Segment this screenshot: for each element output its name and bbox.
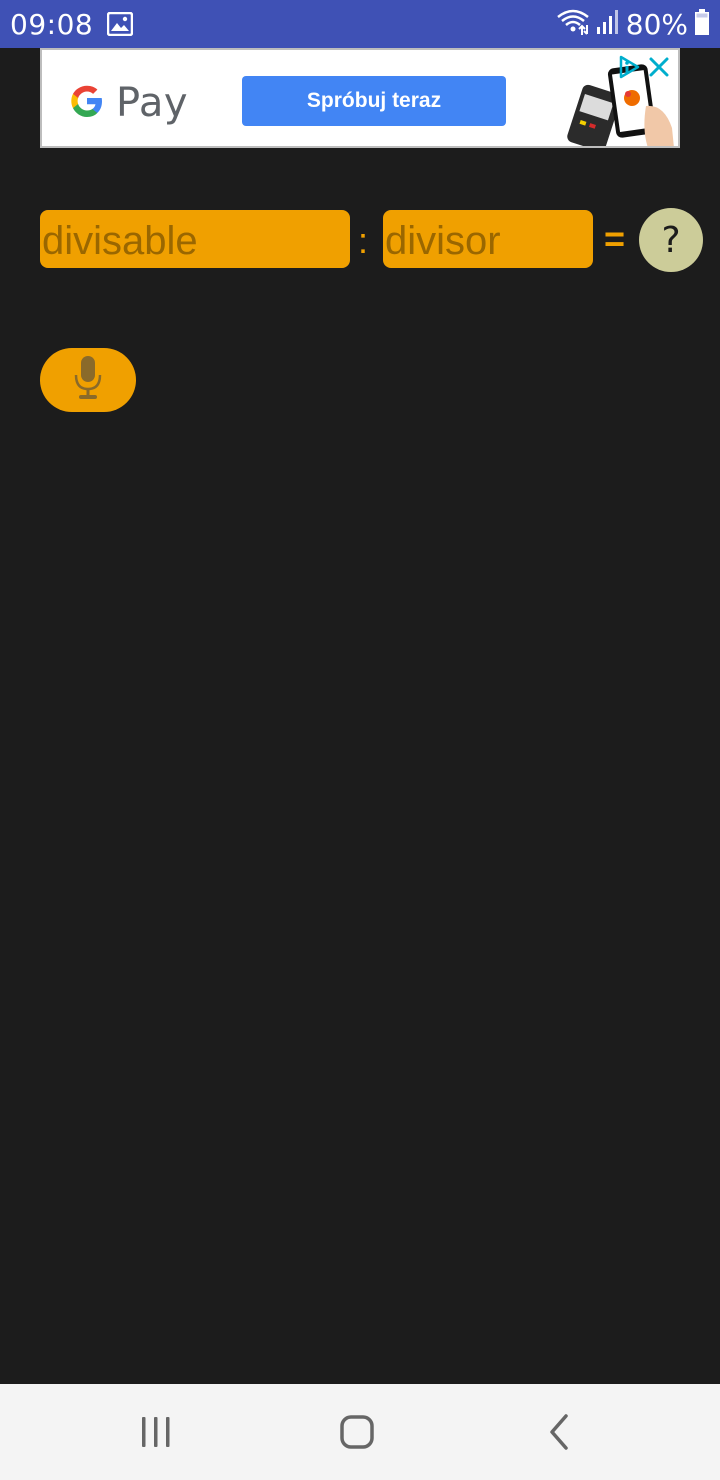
battery-percent: 80% (625, 7, 688, 41)
result-help-button[interactable]: ? (639, 208, 703, 272)
recents-icon[interactable] (136, 1412, 176, 1452)
image-icon (106, 11, 134, 37)
division-equation: : = ? (40, 208, 704, 272)
home-icon[interactable] (337, 1412, 377, 1452)
ad-banner[interactable]: Pay Spróbuj teraz (40, 48, 680, 148)
battery-icon (694, 8, 710, 40)
wifi-icon (556, 8, 590, 40)
equals-sign: = (604, 218, 626, 259)
system-nav-bar (0, 1384, 720, 1480)
ad-cta-button[interactable]: Spróbuj teraz (242, 76, 506, 126)
close-icon[interactable] (646, 54, 672, 80)
gpay-logo: Pay (68, 80, 188, 126)
back-icon[interactable] (540, 1412, 580, 1452)
ad-brand-text: Pay (116, 80, 189, 126)
status-time: 09:08 (10, 7, 94, 41)
status-icons: 80% (556, 8, 710, 41)
ad-choices-icon[interactable] (616, 54, 642, 80)
signal-icon (596, 9, 620, 39)
status-bar: 09:08 80% (0, 0, 720, 48)
google-g-icon (68, 82, 106, 125)
voice-input-button[interactable] (40, 348, 136, 412)
microphone-icon (73, 355, 103, 406)
divisor-input[interactable] (383, 210, 593, 268)
division-operator: : (358, 220, 369, 261)
divisable-input[interactable] (40, 210, 350, 268)
